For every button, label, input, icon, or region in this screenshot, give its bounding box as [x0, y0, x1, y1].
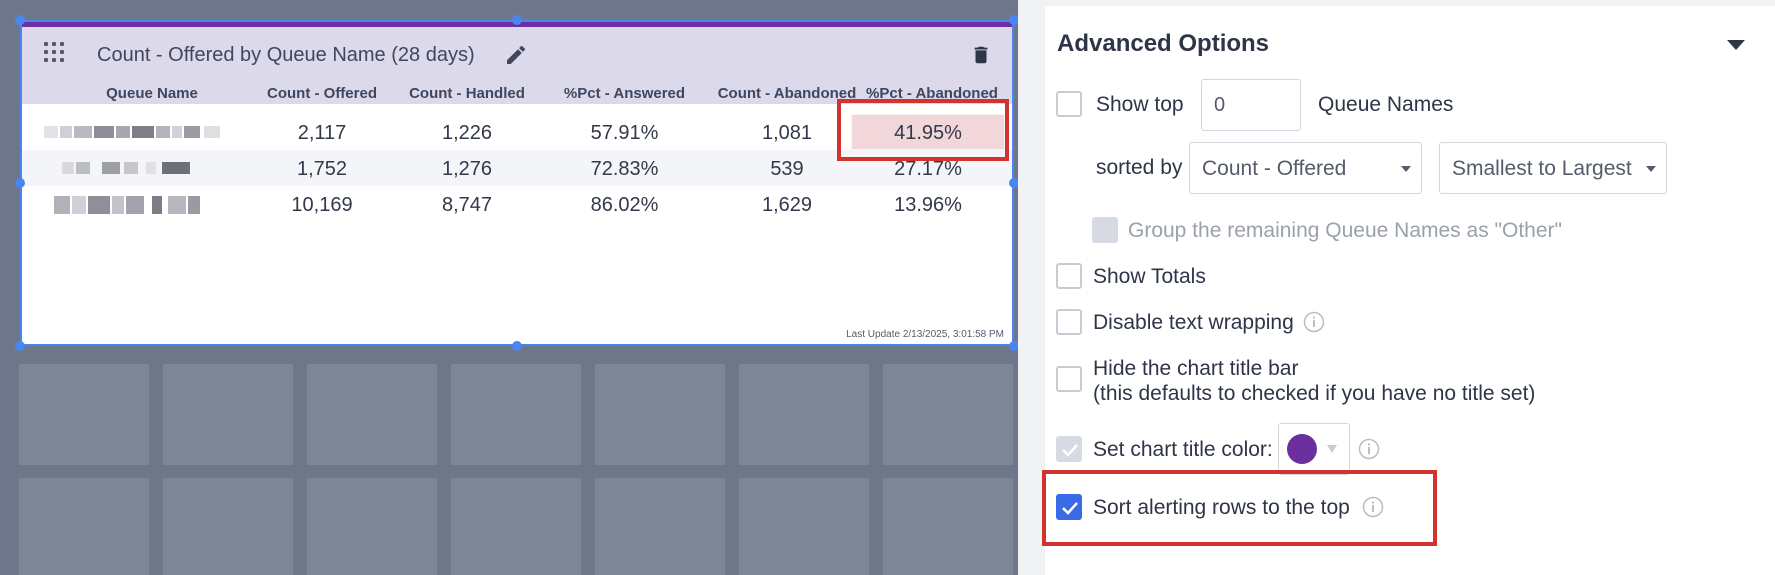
trash-icon[interactable]: [970, 43, 992, 67]
sorted-by-label: sorted by: [1096, 156, 1183, 179]
highlight-box-sort-alerting: [1042, 470, 1437, 546]
group-remaining-checkbox: [1092, 217, 1118, 243]
show-top-suffix-label: Queue Names: [1318, 93, 1454, 116]
disable-wrap-checkbox[interactable]: [1056, 309, 1082, 335]
chevron-down-icon[interactable]: [1727, 40, 1745, 50]
pct-abandoned-cell: 13.96%: [894, 194, 962, 216]
grid-placeholder-tile: [307, 364, 437, 465]
column-header[interactable]: Count - Offered: [247, 85, 397, 102]
offered-cell: 1,752: [296, 158, 348, 180]
hide-title-bar-checkbox[interactable]: [1056, 366, 1082, 392]
resize-handle[interactable]: [15, 178, 25, 188]
column-header[interactable]: Count - Handled: [392, 85, 542, 102]
widget-title-bar: Count - Offered by Queue Name (28 days): [22, 27, 1012, 81]
hide-title-bar-label: Hide the chart title bar: [1093, 357, 1299, 380]
show-totals-checkbox[interactable]: [1056, 263, 1082, 289]
grid-placeholder-tile: [163, 478, 293, 575]
sort-field-value: Count - Offered: [1202, 157, 1347, 180]
grid-placeholder-tile: [595, 478, 725, 575]
pct-answered-cell: 86.02%: [590, 194, 659, 216]
grid-placeholder-tile: [451, 364, 581, 465]
grid-placeholder-tile: [19, 478, 149, 575]
pct-abandoned-cell: 27.17%: [894, 158, 962, 180]
table-widget[interactable]: Count - Offered by Queue Name (28 days) …: [20, 20, 1014, 346]
show-top-count-input[interactable]: [1201, 79, 1301, 131]
grid-placeholder-tile: [451, 478, 581, 575]
show-totals-label: Show Totals: [1093, 265, 1206, 288]
disable-wrap-label: Disable text wrapping: [1093, 311, 1294, 334]
highlight-box-alert-cell: [837, 99, 1009, 161]
caret-down-icon: [1327, 445, 1337, 453]
drag-grip-icon[interactable]: [44, 42, 64, 66]
info-icon[interactable]: [1303, 311, 1325, 333]
redacted-queue-name: [44, 126, 224, 138]
handled-cell: 1,226: [441, 122, 493, 144]
hide-title-bar-note: (this defaults to checked if you have no…: [1093, 382, 1536, 405]
caret-down-icon: [1646, 166, 1656, 172]
show-top-label: Show top: [1096, 93, 1184, 116]
last-update-text: Last Update 2/13/2025, 3:01:58 PM: [846, 329, 1004, 340]
sort-field-select[interactable]: Count - Offered: [1189, 142, 1422, 194]
resize-handle[interactable]: [512, 15, 522, 25]
grid-placeholder-tile: [163, 364, 293, 465]
caret-down-icon: [1401, 166, 1411, 172]
handled-cell: 8,747: [441, 194, 493, 216]
redacted-queue-name: [54, 196, 214, 214]
resize-handle[interactable]: [15, 15, 25, 25]
advanced-options-title[interactable]: Advanced Options: [1057, 30, 1269, 58]
pct-answered-cell: 72.83%: [590, 158, 659, 180]
show-top-checkbox[interactable]: [1056, 91, 1082, 117]
title-color-picker[interactable]: [1278, 423, 1350, 475]
grid-placeholder-tile: [883, 478, 1013, 575]
sort-order-value: Smallest to Largest: [1452, 157, 1632, 180]
widget-title: Count - Offered by Queue Name (28 days): [97, 44, 475, 66]
redacted-queue-name: [62, 162, 212, 174]
panel-gutter: [1018, 0, 1045, 575]
table-row: 10,169 8,747 86.02% 1,629 13.96%: [22, 186, 1012, 222]
offered-cell: 2,117: [297, 122, 347, 144]
group-remaining-label: Group the remaining Queue Names as "Othe…: [1128, 219, 1562, 242]
grid-placeholder-tile: [19, 364, 149, 465]
pencil-icon[interactable]: [504, 43, 528, 67]
offered-cell: 10,169: [291, 194, 353, 216]
grid-placeholder-tile: [739, 478, 869, 575]
grid-placeholder-tile: [307, 478, 437, 575]
title-color-label: Set chart title color:: [1093, 438, 1273, 461]
info-icon[interactable]: [1358, 438, 1380, 460]
panel-top-border: [1045, 0, 1775, 6]
grid-placeholder-tile: [739, 364, 869, 465]
column-header[interactable]: Queue Name: [52, 85, 252, 102]
sort-order-select[interactable]: Smallest to Largest: [1439, 142, 1667, 194]
resize-handle[interactable]: [512, 341, 522, 351]
title-color-checkbox: [1056, 436, 1082, 462]
column-header[interactable]: %Pct - Answered: [542, 85, 707, 102]
grid-placeholder-tile: [595, 364, 725, 465]
grid-placeholder-tile: [883, 364, 1013, 465]
handled-cell: 1,276: [441, 158, 493, 180]
color-swatch: [1287, 434, 1317, 464]
resize-handle[interactable]: [15, 341, 25, 351]
pct-answered-cell: 57.91%: [590, 122, 659, 144]
